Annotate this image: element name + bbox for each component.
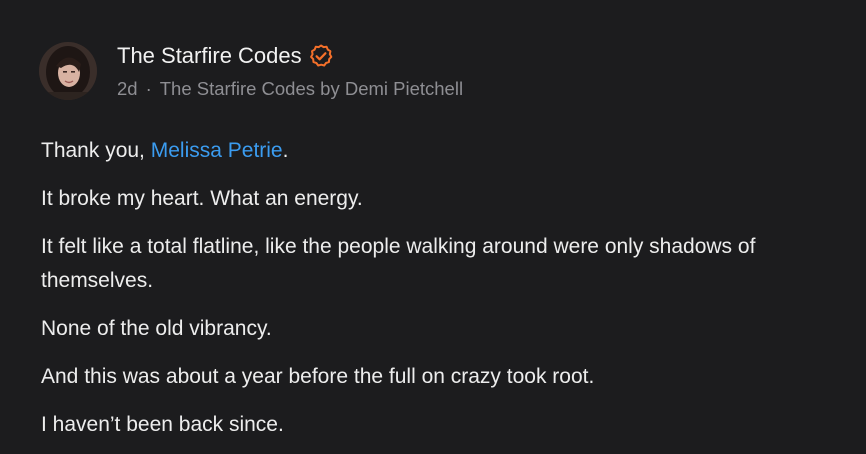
comment-paragraph: Thank you, Melissa Petrie. (41, 134, 856, 168)
comment-paragraph: I haven’t been back since. (41, 413, 284, 436)
thanks-suffix: . (282, 139, 289, 162)
thanks-text: Thank you, (41, 139, 151, 162)
comment-timestamp[interactable]: 2d (117, 78, 138, 99)
user-mention-link[interactable]: Melissa Petrie (151, 139, 283, 162)
comment-paragraph: It broke my heart. What an energy. (41, 187, 363, 210)
author-avatar[interactable] (39, 42, 97, 100)
comment-body: Thank you, Melissa Petrie. It broke my h… (41, 134, 856, 454)
comment-paragraph: None of the old vibrancy. (41, 317, 272, 340)
author-name-label: The Starfire Codes (117, 43, 302, 68)
publication-name[interactable]: The Starfire Codes by Demi Pietchell (160, 78, 463, 99)
comment-paragraph: And this was about a year before the ful… (41, 365, 595, 388)
comment-meta: 2d · The Starfire Codes by Demi Pietchell (117, 77, 463, 101)
author-name[interactable]: The Starfire Codes (117, 42, 333, 70)
meta-separator: · (145, 78, 152, 99)
verified-badge-icon (309, 44, 333, 68)
comment-card: The Starfire Codes 2d · The Starfire Codes… (0, 0, 866, 454)
comment-paragraph: It felt like a total flatline, like the … (41, 235, 756, 292)
